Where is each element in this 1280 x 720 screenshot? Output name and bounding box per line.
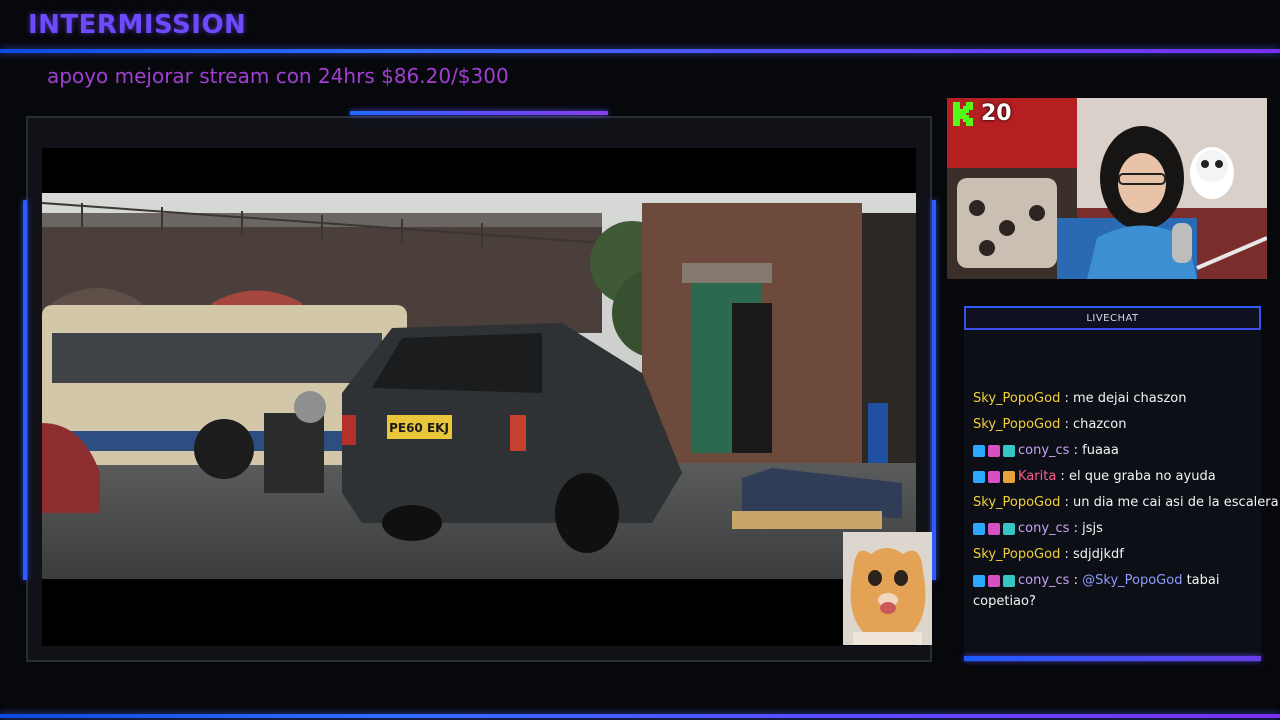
chat-message: Sky_PopoGod : sdjdjkdf: [973, 542, 1279, 568]
chat-mention[interactable]: @Sky_PopoGod: [1082, 573, 1182, 588]
chat-message-text: chazcon: [1072, 417, 1127, 432]
heart-badge-icon: heart-badge: [988, 471, 1000, 483]
chat-separator: :: [1060, 391, 1073, 406]
chat-separator: :: [1060, 547, 1073, 562]
chat-message-text: fuaaa: [1082, 443, 1119, 458]
chat-separator: :: [1060, 495, 1073, 510]
chat-message: Sky_PopoGod : me dejai chaszon: [973, 386, 1279, 412]
chat-message: sword-badgeheart-badgecrown-badgeKarita …: [973, 464, 1279, 490]
right-side-accent: [932, 200, 936, 580]
chat-separator: :: [1056, 469, 1069, 484]
donation-goal-ticker: apoyo mejorar stream con 24hrs $86.20/$3…: [47, 64, 509, 88]
sword-badge-icon: sword-badge: [973, 574, 985, 587]
chat-username[interactable]: Karita: [1018, 467, 1056, 487]
chat-message-text: me dejai chaszon: [1072, 391, 1187, 406]
chat-separator: :: [1069, 521, 1083, 536]
crown-badge-icon: crown-badge: [1003, 471, 1015, 483]
chat-username[interactable]: Sky_PopoGod: [973, 389, 1060, 409]
cat-cam-image: [843, 532, 932, 645]
chat-message-list: Sky_PopoGod : me dejai chaszon Sky_PopoGo…: [973, 386, 1279, 612]
chat-username[interactable]: cony_cs: [1018, 441, 1069, 461]
video-frame-image: PE60 EKJ: [42, 193, 916, 579]
kick-icon: [953, 101, 973, 126]
chat-message: Sky_PopoGod : chazcon: [973, 412, 1279, 438]
chat-username[interactable]: cony_cs: [1018, 519, 1069, 539]
left-side-accent: [23, 200, 27, 580]
heart-badge-icon: heart-badge: [988, 445, 1000, 457]
top-divider: [0, 49, 1280, 53]
sword-badge-icon: sword-badge: [973, 445, 985, 457]
chat-message-text: jsjs: [1082, 521, 1103, 536]
chat-separator: :: [1060, 417, 1073, 432]
sword-badge-icon: sword-badge: [973, 523, 985, 535]
chat-message: Sky_PopoGod : un dia me cai asi de la es…: [973, 490, 1279, 516]
chat-message: sword-badgeheart-badgesub-badgecony_cs :…: [973, 568, 1279, 612]
sub-badge-icon: sub-badge: [1003, 523, 1015, 535]
chat-username[interactable]: Sky_PopoGod: [973, 493, 1060, 513]
chat-message-text: un dia me cai asi de la escalera: [1072, 495, 1279, 510]
bottom-divider: [0, 714, 1280, 718]
viewer-count-number: 20: [981, 101, 1012, 126]
chat-message: sword-badgeheart-badgesub-badgecony_cs :…: [973, 438, 1279, 464]
license-plate-text: PE60 EKJ: [389, 421, 449, 435]
sword-badge-icon: sword-badge: [973, 471, 985, 483]
chat-username[interactable]: cony_cs: [1018, 573, 1069, 588]
viewer-count: 20: [953, 101, 1012, 126]
stream-title: INTERMISSION: [28, 10, 247, 40]
chat-separator: :: [1069, 443, 1083, 458]
chat-bottom-accent: [964, 656, 1261, 661]
frame-top-accent: [350, 111, 608, 115]
chat-header: LIVECHAT: [964, 306, 1261, 330]
chat-message-text: sdjdjkdf: [1072, 547, 1124, 562]
chat-message-text: el que graba no ayuda: [1068, 469, 1216, 484]
sub-badge-icon: sub-badge: [1003, 445, 1015, 457]
chat-username[interactable]: Sky_PopoGod: [973, 545, 1060, 565]
heart-badge-icon: heart-badge: [988, 523, 1000, 535]
heart-badge-icon: heart-badge: [988, 574, 1000, 587]
chat-username[interactable]: Sky_PopoGod: [973, 415, 1060, 435]
chat-message: sword-badgeheart-badgesub-badgecony_cs :…: [973, 516, 1279, 542]
sub-badge-icon: sub-badge: [1003, 574, 1015, 587]
chat-separator: :: [1069, 573, 1083, 588]
